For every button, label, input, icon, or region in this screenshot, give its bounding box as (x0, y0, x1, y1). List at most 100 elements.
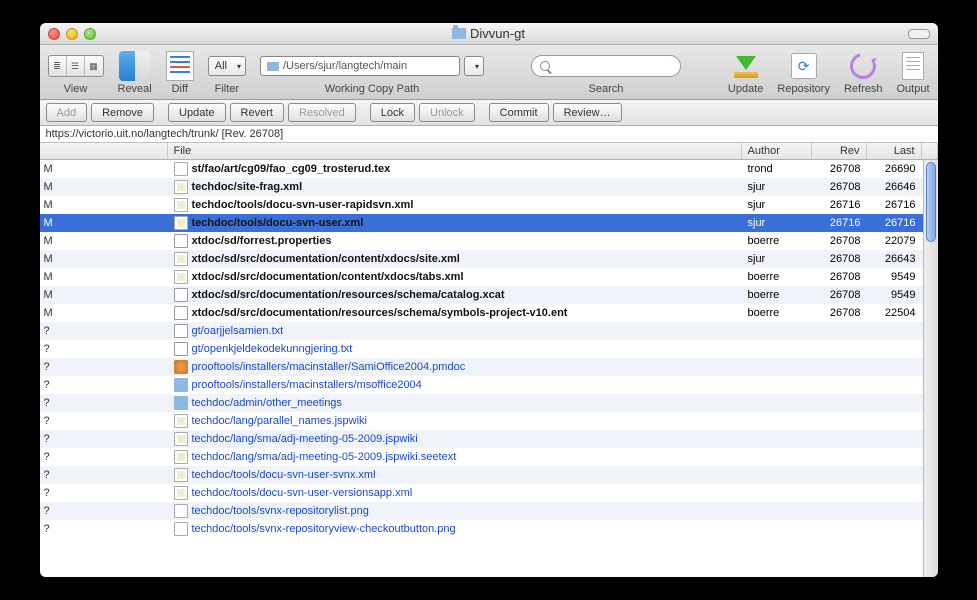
status-cell: ? (40, 415, 168, 427)
file-name: xtdoc/sd/src/documentation/content/xdocs… (192, 253, 460, 265)
table-row[interactable]: Mst/fao/art/cg09/fao_cg09_trosterud.text… (40, 160, 938, 178)
column-file[interactable]: File (168, 143, 742, 159)
update-label: Update (728, 83, 763, 95)
rev-cell: 26708 (812, 181, 867, 193)
status-cell: M (40, 181, 168, 193)
table-row[interactable]: Mxtdoc/sd/src/documentation/resources/sc… (40, 304, 938, 322)
filter-combo[interactable]: All▾ (208, 56, 246, 76)
table-row[interactable]: ?techdoc/tools/svnx-repositorylist.png (40, 502, 938, 520)
file-cell: xtdoc/sd/src/documentation/resources/sch… (168, 306, 742, 320)
minimize-button[interactable] (66, 28, 78, 40)
file-icon (174, 180, 188, 194)
column-rev[interactable]: Rev (812, 143, 867, 159)
commit-button[interactable]: Commit (489, 103, 549, 122)
diff-button[interactable]: Diff (166, 51, 194, 95)
working-copy-path-field[interactable]: /Users/sjur/langtech/main (260, 56, 460, 76)
table-row[interactable]: ? techdoc/lang/sma/adj-meeting-05-2009.js… (40, 430, 938, 448)
table-row[interactable]: ?gt/openkjeldekodekunngjering.txt (40, 340, 938, 358)
review-button[interactable]: Review… (553, 103, 622, 122)
remove-button[interactable]: Remove (91, 103, 154, 122)
file-cell: techdoc/tools/docu-svn-user.xml (168, 216, 742, 230)
repository-button[interactable]: ⟳ Repository (777, 51, 830, 95)
lock-button[interactable]: Lock (370, 103, 415, 122)
file-icon (174, 162, 188, 176)
table-row[interactable]: ?prooftools/installers/macinstallers/mso… (40, 376, 938, 394)
window-title-text: Divvun-gt (470, 26, 525, 41)
file-icon (174, 450, 188, 464)
status-cell: M (40, 235, 168, 247)
zoom-button[interactable] (84, 28, 96, 40)
view-segment[interactable]: ≣☰▦ View (48, 51, 104, 95)
status-cell: ? (40, 433, 168, 445)
table-row[interactable]: Mxtdoc/sd/forrest.propertiesboerre267082… (40, 232, 938, 250)
file-name: techdoc/lang/sma/adj-meeting-05-2009.jsp… (192, 451, 457, 463)
search-group: Search (531, 51, 681, 95)
status-cell: ? (40, 361, 168, 373)
file-cell: techdoc/lang/sma/adj-meeting-05-2009.jsp… (168, 432, 742, 446)
update-action-button[interactable]: Update (168, 103, 225, 122)
last-cell: 26690 (867, 163, 922, 175)
working-copy-path-label: Working Copy Path (325, 83, 420, 95)
main-toolbar: ≣☰▦ View Reveal Diff All▾ Filter /Users/… (40, 45, 938, 100)
file-icon (174, 360, 188, 374)
column-status[interactable] (40, 143, 168, 159)
add-button[interactable]: Add (46, 103, 88, 122)
status-cell: ? (40, 505, 168, 517)
file-name: techdoc/site-frag.xml (192, 181, 303, 193)
update-button[interactable]: Update (728, 51, 763, 95)
file-list: Mst/fao/art/cg09/fao_cg09_trosterud.text… (40, 160, 938, 577)
unlock-button[interactable]: Unlock (419, 103, 475, 122)
file-name: techdoc/lang/sma/adj-meeting-05-2009.jsp… (192, 433, 418, 445)
refresh-icon (845, 48, 881, 84)
rev-cell: 26708 (812, 289, 867, 301)
author-cell: sjur (742, 181, 812, 193)
file-icon (174, 252, 188, 266)
folder-icon (267, 62, 279, 71)
table-row[interactable]: Mxtdoc/sd/src/documentation/content/xdoc… (40, 268, 938, 286)
file-cell: xtdoc/sd/src/documentation/content/xdocs… (168, 270, 742, 284)
view-label: View (64, 83, 88, 95)
table-row[interactable]: ? techdoc/lang/parallel_names.jspwiki (40, 412, 938, 430)
column-author[interactable]: Author (742, 143, 812, 159)
file-cell: prooftools/installers/macinstaller/SamiO… (168, 360, 742, 374)
scroll-thumb[interactable] (926, 162, 936, 242)
finder-icon (119, 51, 151, 81)
column-last[interactable]: Last (867, 143, 922, 159)
search-input[interactable] (531, 55, 681, 77)
table-row[interactable]: Mxtdoc/sd/src/documentation/resources/sc… (40, 286, 938, 304)
revert-button[interactable]: Revert (230, 103, 284, 122)
status-cell: M (40, 271, 168, 283)
file-name: techdoc/lang/parallel_names.jspwiki (192, 415, 367, 427)
table-row[interactable]: ?techdoc/tools/svnx-repositoryview-check… (40, 520, 938, 538)
reveal-button[interactable]: Reveal (118, 51, 152, 95)
rev-cell: 26708 (812, 253, 867, 265)
status-cell: M (40, 307, 168, 319)
close-button[interactable] (48, 28, 60, 40)
table-row[interactable]: Mtechdoc/site-frag.xmlsjur2670826646 (40, 178, 938, 196)
toolbar-toggle-button[interactable] (908, 29, 930, 39)
output-button[interactable]: Output (896, 51, 929, 95)
table-row[interactable]: ?techdoc/tools/docu-svn-user-svnx.xml (40, 466, 938, 484)
author-cell: sjur (742, 217, 812, 229)
file-name: techdoc/tools/docu-svn-user-svnx.xml (192, 469, 376, 481)
vertical-scrollbar[interactable] (923, 160, 938, 577)
titlebar: Divvun-gt (40, 23, 938, 45)
refresh-button[interactable]: Refresh (844, 51, 883, 95)
path-history-button[interactable]: ▾ (464, 56, 484, 76)
table-row[interactable]: Mxtdoc/sd/src/documentation/content/xdoc… (40, 250, 938, 268)
table-row[interactable]: Mtechdoc/tools/docu-svn-user.xmlsjur2671… (40, 214, 938, 232)
last-cell: 26716 (867, 217, 922, 229)
table-row[interactable]: ?techdoc/admin/other_meetings (40, 394, 938, 412)
table-row[interactable]: ?techdoc/lang/sma/adj-meeting-05-2009.js… (40, 448, 938, 466)
table-row[interactable]: ?techdoc/tools/docu-svn-user-versionsapp… (40, 484, 938, 502)
file-name: gt/oarjjelsamien.txt (192, 325, 284, 337)
table-row[interactable]: Mtechdoc/tools/docu-svn-user-rapidsvn.xm… (40, 196, 938, 214)
table-row[interactable]: ?prooftools/installers/macinstaller/Sami… (40, 358, 938, 376)
file-icon (174, 504, 188, 518)
file-icon (174, 486, 188, 500)
file-cell: techdoc/lang/parallel_names.jspwiki (168, 414, 742, 428)
resolved-button[interactable]: Resolved (288, 103, 356, 122)
file-icon (174, 216, 188, 230)
last-cell: 22079 (867, 235, 922, 247)
table-row[interactable]: ?gt/oarjjelsamien.txt (40, 322, 938, 340)
